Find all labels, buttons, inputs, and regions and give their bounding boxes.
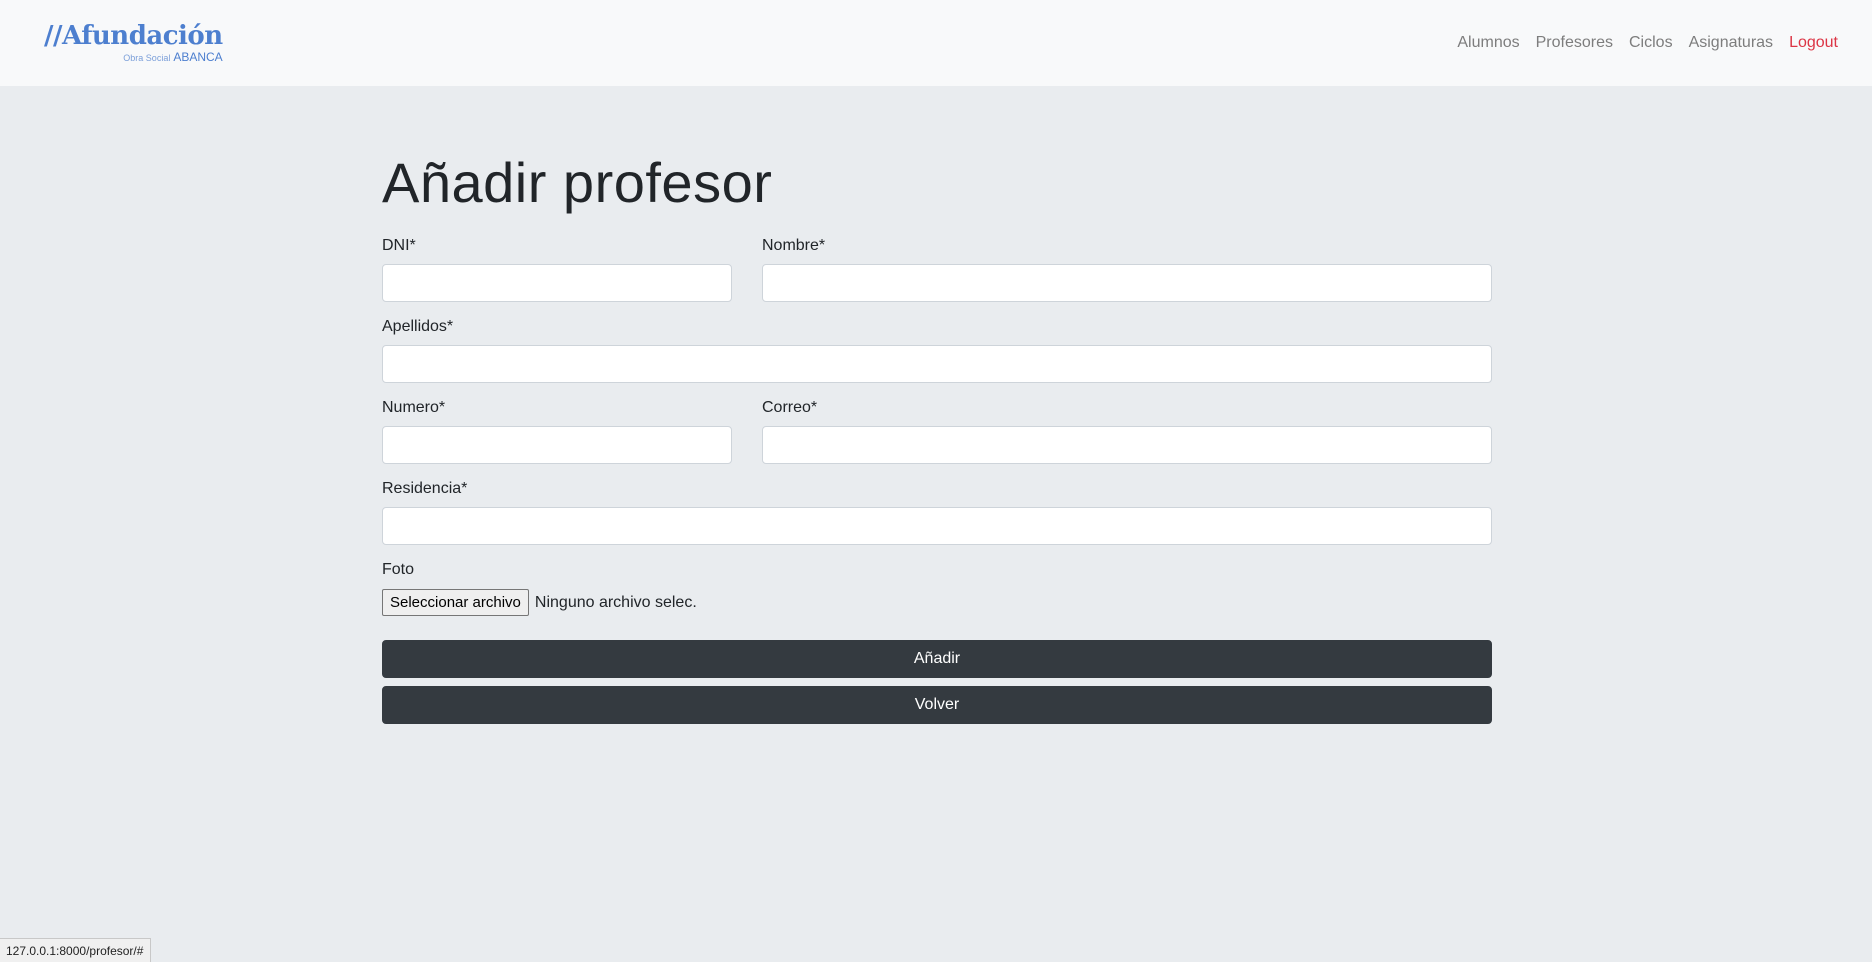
brand-subtitle: Obra Social ABANCA — [123, 51, 222, 63]
residencia-label: Residencia* — [382, 480, 468, 497]
nav-link-asignaturas[interactable]: Asignaturas — [1681, 34, 1782, 52]
residencia-input[interactable] — [382, 507, 1492, 545]
dni-group: DNI* — [382, 237, 732, 302]
apellidos-label: Apellidos* — [382, 318, 454, 335]
apellidos-input[interactable] — [382, 345, 1492, 383]
nav-link-alumnos[interactable]: Alumnos — [1449, 34, 1527, 52]
top-navbar: //Afundación Obra Social ABANCA Alumnos P… — [0, 0, 1872, 86]
residencia-group: Residencia* — [382, 480, 1492, 545]
apellidos-group: Apellidos* — [382, 318, 1492, 383]
form-container: Añadir profesor DNI* Nombre* Apellidos* … — [382, 150, 1492, 724]
brand-name: //Afundación — [44, 21, 223, 51]
foto-group: Foto Seleccionar archivo Ninguno archivo… — [382, 561, 1492, 616]
nombre-input[interactable] — [762, 264, 1492, 302]
correo-label: Correo* — [762, 399, 818, 416]
numero-input[interactable] — [382, 426, 732, 464]
form-row-dni-nombre: DNI* Nombre* — [382, 237, 1492, 302]
foto-label: Foto — [382, 561, 415, 578]
nombre-group: Nombre* — [762, 237, 1492, 302]
brand-logo[interactable]: //Afundación Obra Social ABANCA — [44, 23, 223, 63]
numero-label: Numero* — [382, 399, 446, 416]
nav-link-logout[interactable]: Logout — [1781, 34, 1838, 52]
file-status: Ninguno archivo selec. — [534, 593, 697, 611]
correo-group: Correo* — [762, 399, 1492, 464]
form-row-apellidos: Apellidos* — [382, 318, 1492, 383]
correo-input[interactable] — [762, 426, 1492, 464]
page-title: Añadir profesor — [382, 151, 773, 214]
form-row-numero-correo: Numero* Correo* — [382, 399, 1492, 464]
file-picker: Seleccionar archivo Ninguno archivo sele… — [382, 589, 1492, 616]
brand-sub-main: ABANCA — [173, 50, 223, 64]
back-button[interactable]: Volver — [382, 686, 1492, 724]
add-button[interactable]: Añadir — [382, 640, 1492, 678]
dni-label: DNI* — [382, 237, 416, 254]
numero-group: Numero* — [382, 399, 732, 464]
main-nav: Alumnos Profesores Ciclos Asignaturas Lo… — [1449, 34, 1838, 52]
nav-link-profesores[interactable]: Profesores — [1528, 34, 1621, 52]
brand-sub-small: Obra Social — [123, 53, 171, 63]
nombre-label: Nombre* — [762, 237, 826, 254]
choose-file-button[interactable]: Seleccionar archivo — [382, 589, 529, 616]
form-row-residencia: Residencia* — [382, 480, 1492, 545]
dni-input[interactable] — [382, 264, 732, 302]
nav-link-ciclos[interactable]: Ciclos — [1621, 34, 1681, 52]
status-url-bar: 127.0.0.1:8000/profesor/# — [0, 938, 152, 962]
